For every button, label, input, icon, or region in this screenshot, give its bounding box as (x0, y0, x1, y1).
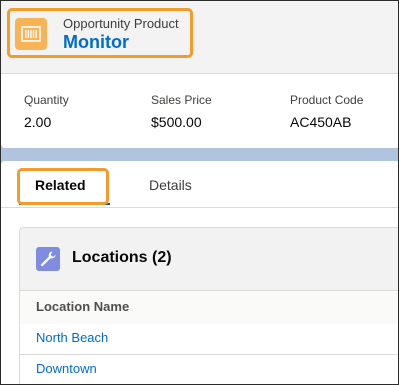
tab-highlight-box (17, 168, 109, 205)
column-header-location-name[interactable]: Location Name (36, 299, 129, 314)
table-row: Downtown (20, 355, 398, 384)
sales-price-label: Sales Price (151, 93, 212, 107)
header-highlight-box (7, 8, 193, 58)
sales-price-value: $500.00 (151, 114, 202, 130)
wrench-icon (36, 247, 60, 271)
related-list-title[interactable]: Locations (2) (72, 249, 172, 267)
quantity-value: 2.00 (24, 114, 52, 130)
location-link-downtown[interactable]: Downtown (36, 361, 97, 376)
app-frame: Opportunity Product Monitor Quantity 2.0… (0, 0, 399, 385)
quantity-label: Quantity (24, 93, 69, 107)
product-code-label: Product Code (290, 93, 364, 107)
tab-details[interactable]: Details (149, 177, 192, 193)
location-link-north-beach[interactable]: North Beach (36, 330, 108, 345)
product-code-value: AC450AB (290, 114, 352, 130)
table-row: North Beach (20, 324, 398, 355)
tabs-divider (1, 207, 398, 208)
